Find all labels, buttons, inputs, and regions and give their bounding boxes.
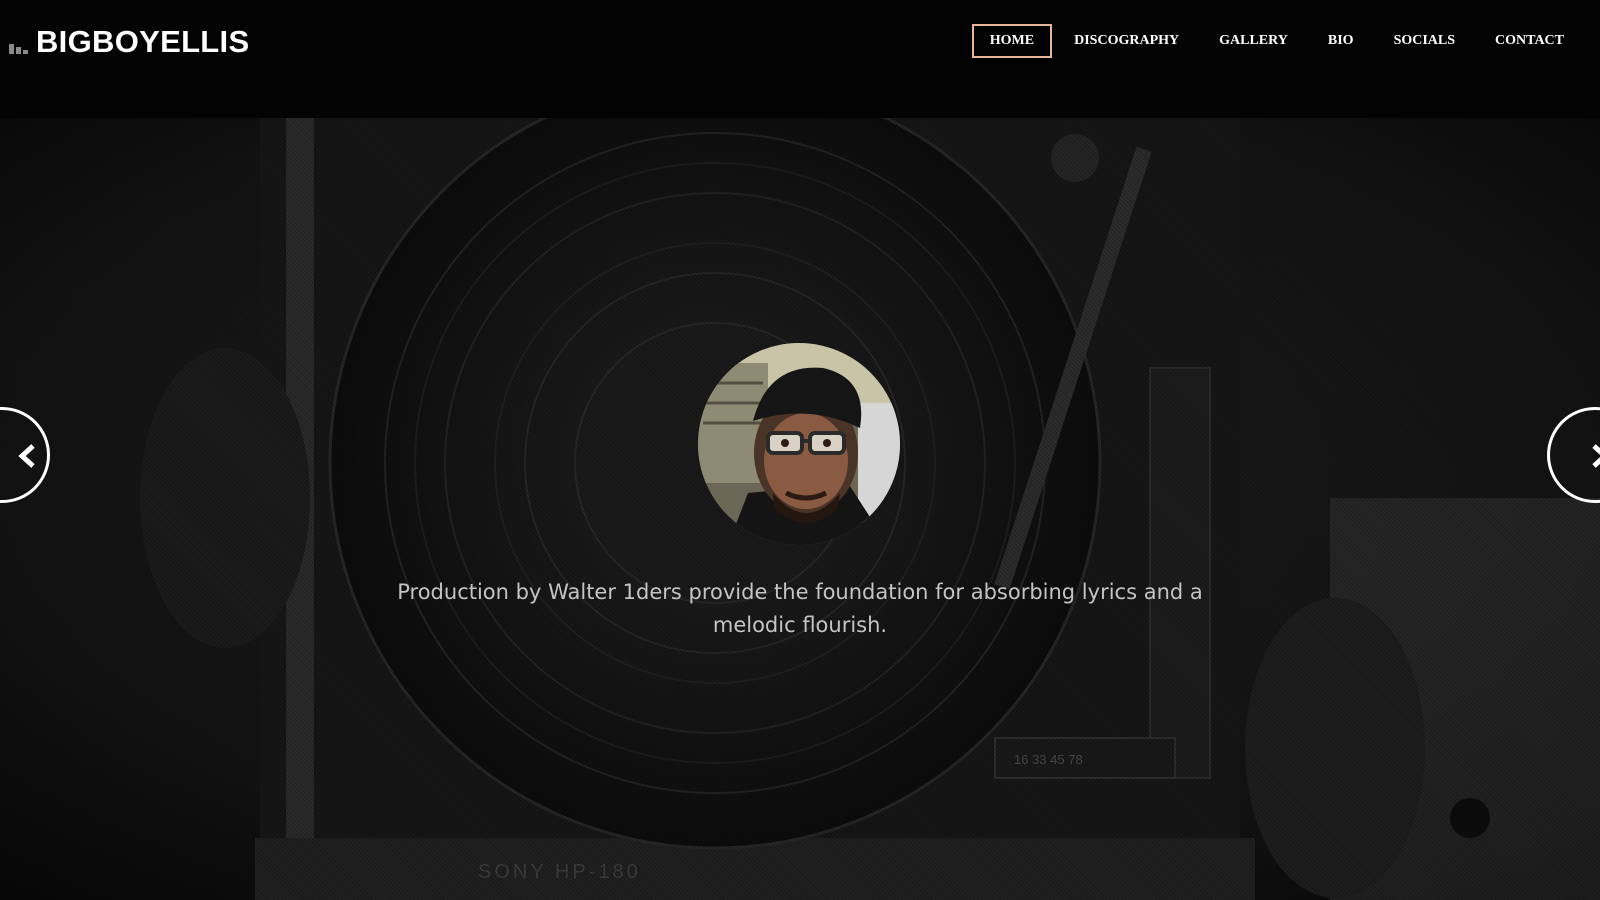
slide-caption: Production by Walter 1ders provide the f… xyxy=(397,580,1203,637)
artist-portrait-image xyxy=(698,343,900,545)
artist-avatar xyxy=(698,343,900,545)
svg-text:SONY HP-180: SONY HP-180 xyxy=(478,861,641,883)
chevron-right-icon xyxy=(1592,444,1600,468)
hero-slider: 16 33 45 78 SONY HP-180 Production by Wa… xyxy=(0,118,1600,900)
svg-text:16 33 45 78: 16 33 45 78 xyxy=(1014,752,1083,767)
page: BIGBOYELLIS HOME DISCOGRAPHY GALLERY BIO… xyxy=(0,0,1600,900)
nav-gallery[interactable]: GALLERY xyxy=(1201,24,1306,58)
main-nav: HOME DISCOGRAPHY GALLERY BIO SOCIALS CON… xyxy=(971,24,1582,58)
equalizer-bars-icon xyxy=(9,44,28,54)
nav-bio[interactable]: BIO xyxy=(1310,24,1372,58)
nav-discography[interactable]: DISCOGRAPHY xyxy=(1056,24,1197,58)
site-header: BIGBOYELLIS HOME DISCOGRAPHY GALLERY BIO… xyxy=(0,0,1600,118)
chevron-left-icon xyxy=(18,444,35,468)
brand-logo[interactable]: BIGBOYELLIS xyxy=(8,22,249,62)
brand-title: BIGBOYELLIS xyxy=(36,24,250,59)
nav-socials[interactable]: SOCIALS xyxy=(1376,24,1473,58)
nav-home[interactable]: HOME xyxy=(971,24,1053,58)
nav-contact[interactable]: CONTACT xyxy=(1477,24,1582,58)
